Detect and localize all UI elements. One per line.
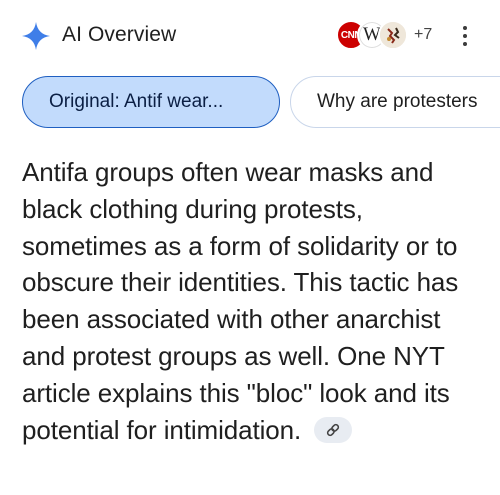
source-icons[interactable]: CNN W +7 <box>336 18 432 52</box>
chip-why-protesters-label: Why are protesters <box>317 91 478 112</box>
source-thumbnail-icon[interactable] <box>378 20 408 50</box>
chip-why-protesters[interactable]: Why are protesters <box>290 76 500 128</box>
more-sources-count[interactable]: +7 <box>414 26 432 44</box>
sparkle-icon <box>22 22 50 50</box>
link-icon[interactable] <box>314 416 353 443</box>
query-chips: Original: Antif wear... Why are proteste… <box>22 76 500 130</box>
ai-overview-header: AI Overview CNN W +7 <box>0 0 500 70</box>
overview-text: Antifa groups often wear masks and black… <box>22 157 459 445</box>
more-vert-icon[interactable] <box>456 24 474 48</box>
chip-original-label: Original: Antif wear... <box>49 91 224 112</box>
chip-original-query[interactable]: Original: Antif wear... <box>22 76 280 128</box>
overview-title: AI Overview <box>62 23 177 46</box>
overview-body: Antifa groups often wear masks and black… <box>22 154 482 448</box>
